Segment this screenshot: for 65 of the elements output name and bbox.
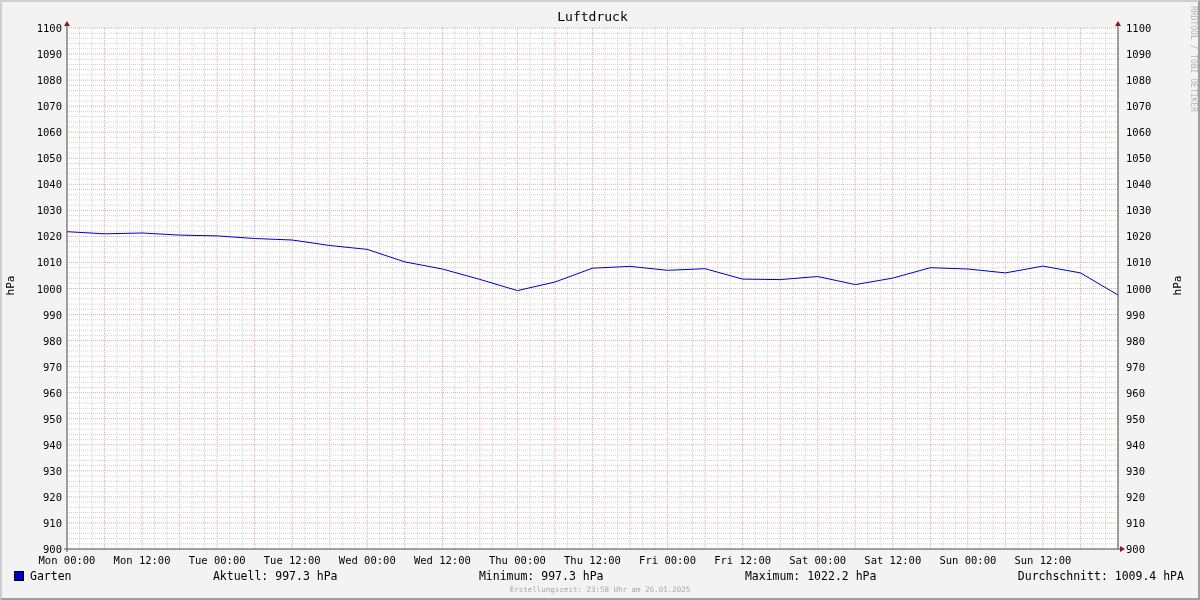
y-tick-label: 920 — [1126, 490, 1145, 503]
x-tick-label: Thu 12:00 — [564, 554, 621, 566]
y-tick-label: 910 — [1126, 516, 1145, 529]
x-tick-label: Wed 12:00 — [413, 554, 471, 566]
y-tick-label: 980 — [43, 334, 62, 347]
x-tick-label: Mon 00:00 — [38, 554, 96, 566]
y-tick-label: 950 — [1126, 412, 1145, 425]
y-tick-label: 1010 — [1126, 256, 1152, 269]
y-tick-label: 1060 — [36, 126, 62, 139]
y-tick-label: 1100 — [36, 22, 62, 34]
y-tick-label: 910 — [43, 516, 62, 529]
y-tick-label: 1020 — [1126, 230, 1152, 243]
y-tick-label: 1000 — [36, 282, 62, 295]
y-tick-label: 1090 — [1126, 48, 1152, 61]
y-tick-label: 1100 — [1126, 22, 1152, 34]
y-tick-label: 1010 — [36, 256, 62, 269]
legend-label: Garten — [30, 568, 72, 583]
x-tick-label: Mon 12:00 — [113, 554, 171, 566]
y-tick-label: 1080 — [1126, 74, 1152, 87]
y-tick-label: 960 — [43, 386, 62, 399]
x-tick-label: Wed 00:00 — [338, 554, 396, 566]
y-tick-label: 990 — [1126, 308, 1145, 321]
x-tick-label: Sat 12:00 — [864, 554, 922, 566]
legend-stat: Maximum: 1022.2 hPa — [744, 568, 877, 583]
x-tick-label: Fri 12:00 — [714, 554, 772, 566]
y-tick-label: 1080 — [36, 74, 62, 87]
y-tick-label: 930 — [43, 464, 62, 477]
y-tick-label: 900 — [43, 543, 62, 555]
y-tick-label: 1060 — [1126, 126, 1152, 139]
y-tick-label: 940 — [43, 438, 62, 451]
y-tick-label: 960 — [1126, 386, 1145, 399]
y-tick-label: 980 — [1126, 334, 1145, 347]
x-tick-label: Sun 12:00 — [1014, 554, 1072, 566]
y-tick-label: 1050 — [36, 152, 62, 165]
y-tick-label: 1070 — [1126, 100, 1152, 113]
legend-stat: Minimum: 997.3 hPa — [478, 568, 604, 583]
x-tick-label: Sun 00:00 — [939, 554, 997, 566]
y-tick-label: 920 — [43, 490, 62, 503]
x-tick-label: Fri 00:00 — [639, 554, 696, 566]
y-tick-label: 1030 — [1126, 204, 1152, 217]
y-tick-label: 900 — [1126, 543, 1145, 555]
x-tick-label: Tue 12:00 — [263, 554, 321, 566]
y-tick-label: 1030 — [36, 204, 62, 217]
legend-stat: Aktuell: 997.3 hPa — [212, 568, 338, 583]
y-tick-label: 930 — [1126, 464, 1145, 477]
y-tick-label: 1090 — [36, 48, 62, 61]
y-axis-label: hPa — [1171, 275, 1185, 295]
y-tick-label: 970 — [1126, 360, 1145, 373]
y-tick-label: 1050 — [1126, 152, 1152, 165]
y-tick-label: 1000 — [1126, 282, 1152, 295]
y-tick-label: 1040 — [1126, 178, 1152, 191]
x-tick-label: Sat 00:00 — [789, 554, 847, 566]
y-tick-label: 990 — [43, 308, 62, 321]
chart-title: Luftdruck — [557, 9, 628, 24]
y-tick-label: 1020 — [36, 230, 62, 243]
legend-stat: Durchschnitt: 1009.4 hPA — [1017, 568, 1184, 583]
y-tick-label: 950 — [43, 412, 62, 425]
y-tick-label: 1040 — [36, 178, 62, 191]
y-axis-label: hPa — [4, 275, 18, 295]
y-tick-label: 970 — [43, 360, 62, 373]
y-tick-label: 940 — [1126, 438, 1145, 451]
side-label: RRDTOOL / TOBI OETIKER — [1188, 6, 1198, 112]
x-tick-label: Tue 00:00 — [188, 554, 246, 566]
y-tick-label: 1070 — [36, 100, 62, 113]
x-tick-label: Thu 00:00 — [489, 554, 546, 566]
